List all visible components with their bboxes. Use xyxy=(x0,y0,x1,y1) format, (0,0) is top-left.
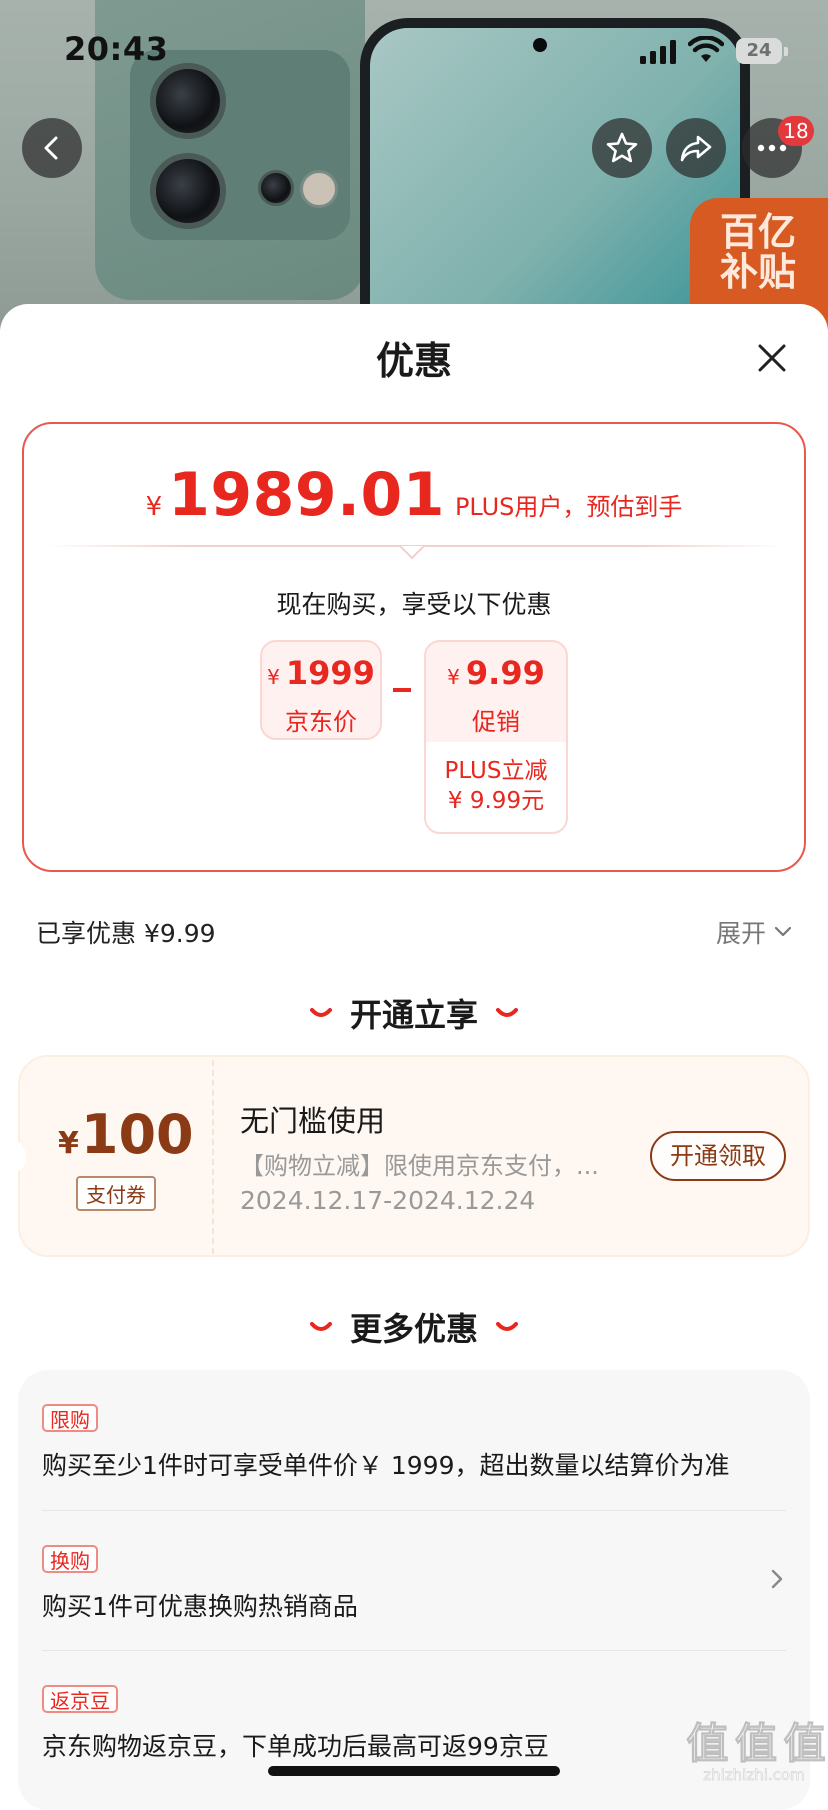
section-heading-more: 更多优惠 xyxy=(0,1304,828,1350)
coupon-value: ¥ 100 xyxy=(58,1103,194,1166)
sheet-title: 优惠 xyxy=(375,339,452,383)
offer-tag: 限购 xyxy=(42,1404,98,1432)
status-time: 20:43 xyxy=(64,30,169,68)
coupon-type-tag: 支付券 xyxy=(76,1176,156,1211)
back-button[interactable] xyxy=(22,118,82,178)
site-watermark: 值 值 值 zhizhizhi.com xyxy=(680,1710,828,1792)
share-icon xyxy=(680,135,712,162)
notification-badge: 18 xyxy=(778,116,814,146)
expand-button[interactable]: 展开 xyxy=(716,914,792,950)
jd-price-label: 京东价 xyxy=(285,708,357,736)
coupon-title: 无门槛使用 xyxy=(240,1104,386,1138)
more-icon xyxy=(757,144,787,152)
jd-price-tile: ¥1999 京东价 xyxy=(260,640,382,740)
back-icon xyxy=(44,136,58,160)
offer-tag: 返京豆 xyxy=(42,1685,118,1713)
promo-detail: PLUS立减 ¥ 9.99元 xyxy=(426,742,566,832)
camera-lens xyxy=(150,153,226,229)
promo-label: 促销 xyxy=(472,708,520,736)
promo-tile: ¥9.99 促销 PLUS立减 ¥ 9.99元 xyxy=(424,640,568,834)
chevron-down-icon xyxy=(774,926,792,937)
watermark-text: 值 值 值 xyxy=(686,1719,826,1769)
enjoyed-discount-text: 已享优惠 ¥9.99 xyxy=(36,919,216,948)
offer-text: 购买1件可优惠换购热销商品 xyxy=(42,1592,358,1621)
status-bar: 20:43 24 xyxy=(0,0,828,100)
buy-now-caption: 现在购买，享受以下优惠 xyxy=(276,590,552,619)
close-button[interactable] xyxy=(750,336,794,380)
promo-value: ¥9.99 xyxy=(447,654,545,692)
trade-in-offer-row-link[interactable] xyxy=(770,1568,784,1594)
star-icon xyxy=(606,132,638,163)
camera-lens xyxy=(258,170,294,206)
offer-tag: 换购 xyxy=(42,1545,98,1573)
final-price-amount: 1989.01 xyxy=(168,460,445,530)
wifi-icon xyxy=(688,36,724,62)
divider xyxy=(42,1650,786,1651)
chevron-right-icon xyxy=(771,1569,783,1589)
close-icon xyxy=(758,344,786,372)
divider-notch-icon xyxy=(400,546,424,560)
swoosh-icon xyxy=(309,1322,332,1331)
minus-sign xyxy=(393,688,411,692)
watermark-url: zhizhizhi.com xyxy=(703,1766,805,1785)
home-indicator xyxy=(268,1766,560,1776)
battery-indicator: 24 xyxy=(736,38,788,64)
section-heading-open: 开通立享 xyxy=(0,990,828,1036)
swoosh-icon xyxy=(309,1008,332,1017)
final-price-note: PLUS用户，预估到手 xyxy=(454,493,683,521)
coupon-description: 【购物立减】限使用京东支付，... xyxy=(240,1152,599,1180)
favorite-button[interactable] xyxy=(592,118,652,178)
swoosh-icon xyxy=(496,1008,518,1017)
currency-symbol: ¥ xyxy=(145,492,163,522)
jd-price-value: ¥1999 xyxy=(267,654,375,692)
share-button[interactable] xyxy=(666,118,726,178)
expand-label: 展开 xyxy=(716,919,767,948)
coupon-date-range: 2024.12.17-2024.12.24 xyxy=(240,1186,536,1215)
activate-claim-button[interactable]: 开通领取 xyxy=(650,1131,786,1181)
divider xyxy=(42,1510,786,1511)
offer-text: 京东购物返京豆，下单成功后最高可返99京豆 xyxy=(42,1732,549,1761)
final-price: ¥ 1989.01 PLUS用户，预估到手 xyxy=(0,460,828,530)
coupon-separator xyxy=(212,1060,214,1254)
offer-text: 购买至少1件时可享受单件价￥ 1999，超出数量以结算价为准 xyxy=(42,1451,730,1480)
cellular-signal-icon xyxy=(640,40,676,64)
swoosh-icon xyxy=(496,1322,518,1331)
camera-flash xyxy=(300,170,338,208)
